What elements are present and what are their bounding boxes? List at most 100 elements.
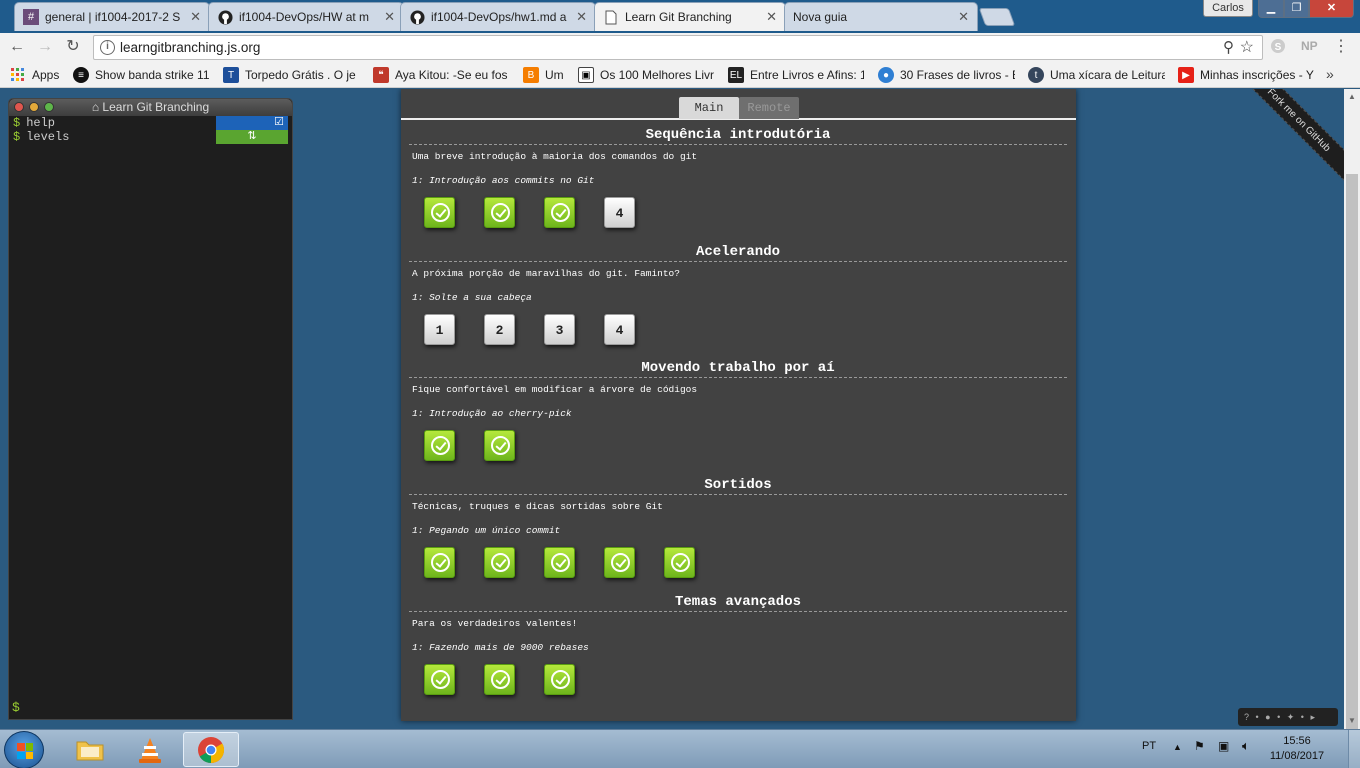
new-tab-button[interactable] — [978, 8, 1016, 26]
level-button[interactable]: 1 — [424, 314, 455, 345]
tab-learn-git-branching[interactable]: Learn Git Branching ✕ — [594, 2, 786, 31]
level-icons — [409, 547, 1067, 587]
globe-icon: ● — [878, 67, 894, 83]
close-tab-icon[interactable]: ✕ — [766, 9, 777, 25]
tab-slack-general[interactable]: # general | if1004-2017-2 S ✕ — [14, 2, 210, 31]
level-completed-button[interactable] — [424, 547, 455, 578]
close-tab-icon[interactable]: ✕ — [958, 9, 969, 25]
tab-strip: # general | if1004-2017-2 S ✕ if1004-Dev… — [0, 0, 1360, 33]
info-icon[interactable]: i — [100, 40, 115, 55]
bookmark-torpedo[interactable]: T Torpedo Grátis . O je — [223, 67, 360, 83]
reload-icon[interactable]: ↻ — [62, 36, 84, 58]
close-tab-icon[interactable]: ✕ — [576, 9, 587, 25]
level-completed-button[interactable] — [424, 664, 455, 695]
taskbar-explorer[interactable] — [62, 732, 118, 767]
close-dot-icon[interactable] — [14, 102, 24, 112]
sequence-first-level: 1: Introdução ao cherry-pick — [412, 408, 572, 419]
show-desktop-button[interactable] — [1348, 730, 1360, 768]
level-completed-button[interactable] — [604, 547, 635, 578]
tab-nova-guia[interactable]: Nova guia ✕ — [784, 2, 978, 31]
command-prompt[interactable]: $ — [12, 700, 20, 715]
tab-remote[interactable]: Remote — [739, 97, 799, 119]
windows-logo-icon — [17, 743, 33, 759]
checkmark-icon — [491, 670, 510, 689]
extension-np-icon[interactable]: NP — [1301, 39, 1318, 53]
close-tab-icon[interactable]: ✕ — [190, 9, 201, 25]
tray-expand-icon[interactable]: ▲ — [1173, 742, 1182, 752]
terminal-line-help[interactable]: $ help ☑ — [9, 116, 292, 130]
level-completed-button[interactable] — [544, 547, 575, 578]
start-button[interactable] — [4, 731, 44, 768]
tab-github-hw1[interactable]: if1004-DevOps/hw1.md a ✕ — [400, 2, 596, 31]
level-completed-button[interactable] — [424, 430, 455, 461]
fork-me-ribbon[interactable]: Fork me on GitHub — [1231, 89, 1344, 188]
youtube-icon: ▶ — [1178, 67, 1194, 83]
address-bar[interactable]: i learngitbranching.js.org ⚲ ☆ — [93, 35, 1263, 60]
level-button[interactable]: 4 — [604, 197, 635, 228]
skype-icon[interactable]: S — [1270, 38, 1286, 57]
bookmark-youtube[interactable]: ▶ Minhas inscrições - Y — [1178, 67, 1314, 83]
level-button[interactable]: 3 — [544, 314, 575, 345]
back-arrow-icon[interactable]: ← — [6, 36, 28, 58]
checkmark-icon — [671, 553, 690, 572]
system-clock[interactable]: 15:56 11/08/2017 — [1262, 734, 1332, 764]
zoom-icon[interactable]: ⚲ — [1223, 38, 1234, 56]
level-completed-button[interactable] — [484, 197, 515, 228]
volume-icon[interactable]: 🔈︎ — [1242, 738, 1250, 754]
minimize-button[interactable]: ▁ — [1258, 0, 1284, 18]
book-icon: ▣ — [578, 67, 594, 83]
menu-icon[interactable]: ⋮ — [1330, 36, 1352, 58]
home-icon: ⌂ — [91, 100, 100, 114]
bookmark-show-banda[interactable]: ≡ Show banda strike 11 — [73, 67, 211, 83]
level-completed-button[interactable] — [484, 430, 515, 461]
level-completed-button[interactable] — [424, 197, 455, 228]
close-tab-icon[interactable]: ✕ — [384, 9, 395, 25]
level-completed-button[interactable] — [664, 547, 695, 578]
taskbar-vlc[interactable] — [122, 732, 178, 767]
level-sequence: Sequência introdutória Uma breve introduç… — [409, 126, 1067, 237]
more-bookmarks-icon[interactable]: » — [1326, 66, 1334, 82]
bookmark-um[interactable]: B Um — [523, 67, 569, 83]
sequence-description: Técnicas, truques e dicas sortidas sobre… — [412, 501, 663, 512]
user-profile-button[interactable]: Carlos — [1203, 0, 1253, 17]
scroll-up-arrow-icon[interactable]: ▲ — [1344, 89, 1360, 105]
bookmark-100-melhores[interactable]: ▣ Os 100 Melhores Livr — [578, 67, 715, 83]
sequence-description: A próxima porção de maravilhas do git. F… — [412, 268, 680, 279]
page-scrollbar[interactable]: ▲ ▼ — [1344, 89, 1360, 752]
level-completed-button[interactable] — [544, 664, 575, 695]
language-indicator[interactable]: PT — [1142, 740, 1156, 752]
level-completed-button[interactable] — [484, 547, 515, 578]
tab-main[interactable]: Main — [679, 97, 739, 119]
bookmark-star-icon[interactable]: ☆ — [1240, 37, 1254, 57]
level-completed-button[interactable] — [544, 197, 575, 228]
scroll-down-arrow-icon[interactable]: ▼ — [1344, 713, 1360, 729]
forward-arrow-icon[interactable]: → — [34, 36, 56, 58]
level-completed-button[interactable] — [484, 664, 515, 695]
social-links[interactable]: ? • ● • ✦ • ▸ — [1238, 708, 1338, 726]
level-button[interactable]: 2 — [484, 314, 515, 345]
flag-alert-icon[interactable]: ⚑ — [1194, 739, 1205, 753]
terminal-line-levels[interactable]: $ levels ⇅ — [9, 130, 292, 144]
level-button[interactable]: 4 — [604, 314, 635, 345]
zoom-dot-icon[interactable] — [44, 102, 54, 112]
maximize-button[interactable]: ❐ — [1284, 0, 1309, 18]
url-text[interactable]: learngitbranching.js.org — [120, 40, 260, 55]
taskbar-chrome[interactable] — [183, 732, 239, 767]
network-icon[interactable]: ▣ — [1218, 739, 1229, 753]
level-sequence: Movendo trabalho por aí Fique confortável… — [409, 359, 1067, 470]
bookmark-30-frases[interactable]: ● 30 Frases de livros - E — [878, 67, 1015, 83]
terminal-window[interactable]: ⌂ Learn Git Branching $ help ☑ $ levels ⇅ … — [8, 98, 293, 720]
bookmark-apps[interactable]: Apps — [10, 67, 68, 83]
tab-github-hw[interactable]: if1004-DevOps/HW at m ✕ — [208, 2, 404, 31]
level-icons — [409, 430, 1067, 470]
bookmark-entre-livros[interactable]: EL Entre Livros e Afins: 1 — [728, 67, 864, 83]
bookmark-xicara[interactable]: t Uma xícara de Leitura — [1028, 67, 1165, 83]
entre-livros-icon: EL — [728, 67, 744, 83]
scroll-thumb[interactable] — [1346, 174, 1358, 752]
close-window-button[interactable]: ✕ — [1309, 0, 1354, 18]
checkmark-icon — [491, 553, 510, 572]
quote-icon: ❝ — [373, 67, 389, 83]
bookmark-aya-kitou[interactable]: ❝ Aya Kitou: -Se eu fos — [373, 67, 510, 83]
blogger-icon: B — [523, 67, 539, 83]
minimize-dot-icon[interactable] — [29, 102, 39, 112]
